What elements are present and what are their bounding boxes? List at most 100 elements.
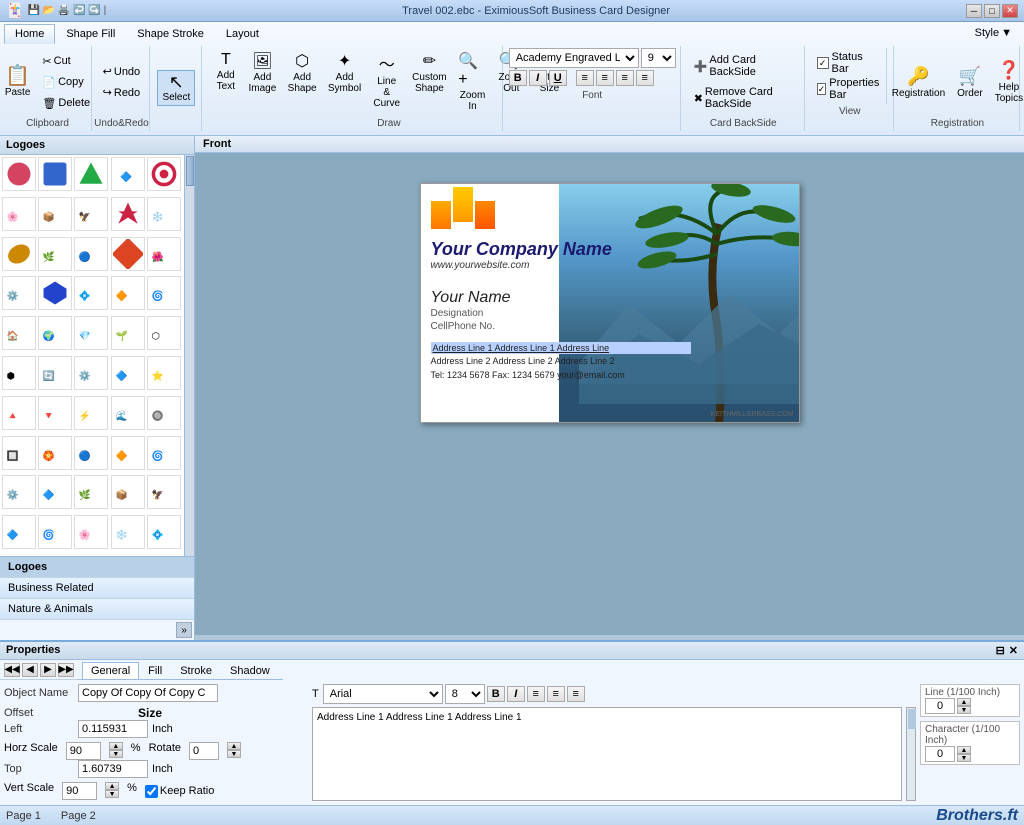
close-properties-icon[interactable]: ✕ — [1009, 644, 1018, 657]
undo-button[interactable]: ↩ Undo — [98, 62, 146, 81]
line-spinner[interactable]: ▲ ▼ — [957, 698, 971, 714]
logo-cell[interactable] — [38, 276, 72, 310]
add-card-backside-button[interactable]: ➕ Add Card BackSide — [689, 51, 798, 81]
italic-button[interactable]: I — [529, 70, 547, 86]
maximize-button[interactable]: □ — [984, 4, 1000, 18]
tab-fill[interactable]: Fill — [139, 662, 171, 679]
remove-card-backside-button[interactable]: ✖ Remove Card BackSide — [689, 83, 798, 113]
logo-cell[interactable]: 🔶 — [111, 276, 145, 310]
font-size-select[interactable]: 9 — [641, 48, 676, 68]
logo-cell[interactable]: 🔘 — [147, 396, 181, 430]
underline-button[interactable]: U — [549, 70, 567, 86]
logo-cell[interactable]: 🔶 — [111, 436, 145, 470]
logo-cell[interactable] — [2, 237, 36, 271]
top-input[interactable] — [78, 760, 148, 778]
nav-next-button[interactable]: ▶ — [40, 663, 56, 677]
help-button[interactable]: ❓ HelpTopics — [990, 57, 1024, 107]
logo-cell[interactable]: 🔵 — [74, 436, 108, 470]
vert-scale-spinner[interactable]: ▲ ▼ — [105, 782, 119, 800]
logo-scrollbar[interactable] — [184, 155, 194, 556]
logo-cell[interactable]: 🌀 — [147, 276, 181, 310]
properties-bar-checkbox[interactable]: ✓ — [817, 83, 827, 95]
select-button[interactable]: ↖ Select — [157, 70, 195, 106]
text-scrollbar[interactable] — [906, 707, 916, 801]
delete-button[interactable]: 🗑 Delete — [37, 94, 95, 113]
logo-cell[interactable]: 🌿 — [74, 475, 108, 509]
prop-align2-button[interactable]: ≡ — [547, 686, 565, 702]
horz-scale-spinner[interactable]: ▲ ▼ — [109, 742, 123, 760]
logo-cell[interactable]: ⬡ — [147, 316, 181, 350]
horz-scale-input[interactable] — [66, 742, 101, 760]
font-name-select[interactable]: Academy Engraved LE — [509, 48, 639, 68]
registration-button[interactable]: 🔑 Registration — [887, 63, 950, 102]
logo-cell[interactable]: 🌀 — [38, 515, 72, 549]
char-input[interactable] — [925, 746, 955, 762]
logo-cell[interactable]: 🌿 — [38, 237, 72, 271]
logo-cell[interactable]: 🌸 — [74, 515, 108, 549]
rotate-down[interactable]: ▼ — [227, 750, 241, 758]
logo-cell[interactable]: 🌸 — [2, 197, 36, 231]
custom-shape-button[interactable]: ✏ CustomShape — [408, 48, 452, 115]
justify-button[interactable]: ≡ — [636, 70, 654, 86]
logo-cell[interactable]: ⚙️ — [74, 356, 108, 390]
rotate-spinner[interactable]: ▲ ▼ — [227, 742, 241, 760]
paste-button[interactable]: 📋 Paste — [0, 63, 35, 101]
order-button[interactable]: 🛒 Order — [952, 63, 988, 102]
prop-font-select[interactable]: Arial — [323, 684, 443, 704]
zoom-in-button[interactable]: 🔍+ ZoomIn — [453, 48, 492, 115]
nav-last-button[interactable]: ▶▶ — [58, 663, 74, 677]
left-input[interactable] — [78, 720, 148, 738]
horz-scale-down[interactable]: ▼ — [109, 750, 123, 758]
logo-cell[interactable]: 🏠 — [2, 316, 36, 350]
logo-cell[interactable]: 🔷 — [38, 475, 72, 509]
nav-first-button[interactable]: ◀◀ — [4, 663, 20, 677]
tab-shape-fill[interactable]: Shape Fill — [55, 24, 126, 44]
line-input[interactable] — [925, 698, 955, 714]
logo-cell[interactable]: 💎 — [74, 316, 108, 350]
char-up[interactable]: ▲ — [957, 746, 971, 754]
nav-prev-button[interactable]: ◀ — [22, 663, 38, 677]
char-down[interactable]: ▼ — [957, 754, 971, 762]
align-left-button[interactable]: ≡ — [576, 70, 594, 86]
logo-cell[interactable] — [38, 157, 72, 191]
horz-scale-up[interactable]: ▲ — [109, 742, 123, 750]
business-card[interactable]: Your Company Name www.yourwebsite.com Yo… — [420, 183, 800, 423]
logo-cell[interactable]: 🔷 — [111, 157, 145, 191]
logo-cell[interactable]: 🔲 — [2, 436, 36, 470]
category-nature[interactable]: Nature & Animals — [0, 599, 194, 620]
add-text-button[interactable]: T AddText — [210, 48, 242, 115]
line-down[interactable]: ▼ — [957, 706, 971, 714]
logo-cell[interactable]: 💠 — [147, 515, 181, 549]
logo-cell[interactable] — [111, 197, 145, 231]
rotate-up[interactable]: ▲ — [227, 742, 241, 750]
line-curve-button[interactable]: 〜 Line &Curve — [368, 48, 406, 115]
logo-cell[interactable]: 🔻 — [38, 396, 72, 430]
tab-general[interactable]: General — [82, 662, 139, 679]
logo-cell[interactable]: 📦 — [111, 475, 145, 509]
copy-button[interactable]: 📄 Copy — [37, 73, 95, 92]
logo-cell[interactable]: ❄️ — [111, 515, 145, 549]
rotate-input[interactable] — [189, 742, 219, 760]
status-bar-check[interactable]: ✓ Status Bar — [817, 50, 882, 76]
redo-button[interactable]: ↪ Redo — [98, 83, 146, 102]
tab-shape-stroke[interactable]: Shape Stroke — [126, 24, 215, 44]
tab-stroke[interactable]: Stroke — [171, 662, 221, 679]
object-name-input[interactable] — [78, 684, 218, 702]
logo-cell[interactable]: 🔵 — [74, 237, 108, 271]
vert-scale-up[interactable]: ▲ — [105, 782, 119, 790]
add-image-button[interactable]: 🖼 AddImage — [244, 48, 281, 115]
category-business[interactable]: Business Related — [0, 578, 194, 599]
bold-button[interactable]: B — [509, 70, 527, 86]
vert-scale-input[interactable] — [62, 782, 97, 800]
logo-cell[interactable]: 🦅 — [74, 197, 108, 231]
window-controls[interactable]: ─ □ ✕ — [966, 4, 1018, 18]
keep-ratio-label[interactable]: Keep Ratio — [145, 782, 214, 800]
minimize-button[interactable]: ─ — [966, 4, 982, 18]
logo-cell[interactable]: 🏵️ — [38, 436, 72, 470]
logo-cell[interactable]: 💠 — [74, 276, 108, 310]
prop-align1-button[interactable]: ≡ — [527, 686, 545, 702]
logo-cell[interactable]: ⚙️ — [2, 276, 36, 310]
logo-cell[interactable]: 🌀 — [147, 436, 181, 470]
scrollbar-thumb[interactable] — [186, 156, 194, 186]
logo-cell[interactable]: ⚙️ — [2, 475, 36, 509]
